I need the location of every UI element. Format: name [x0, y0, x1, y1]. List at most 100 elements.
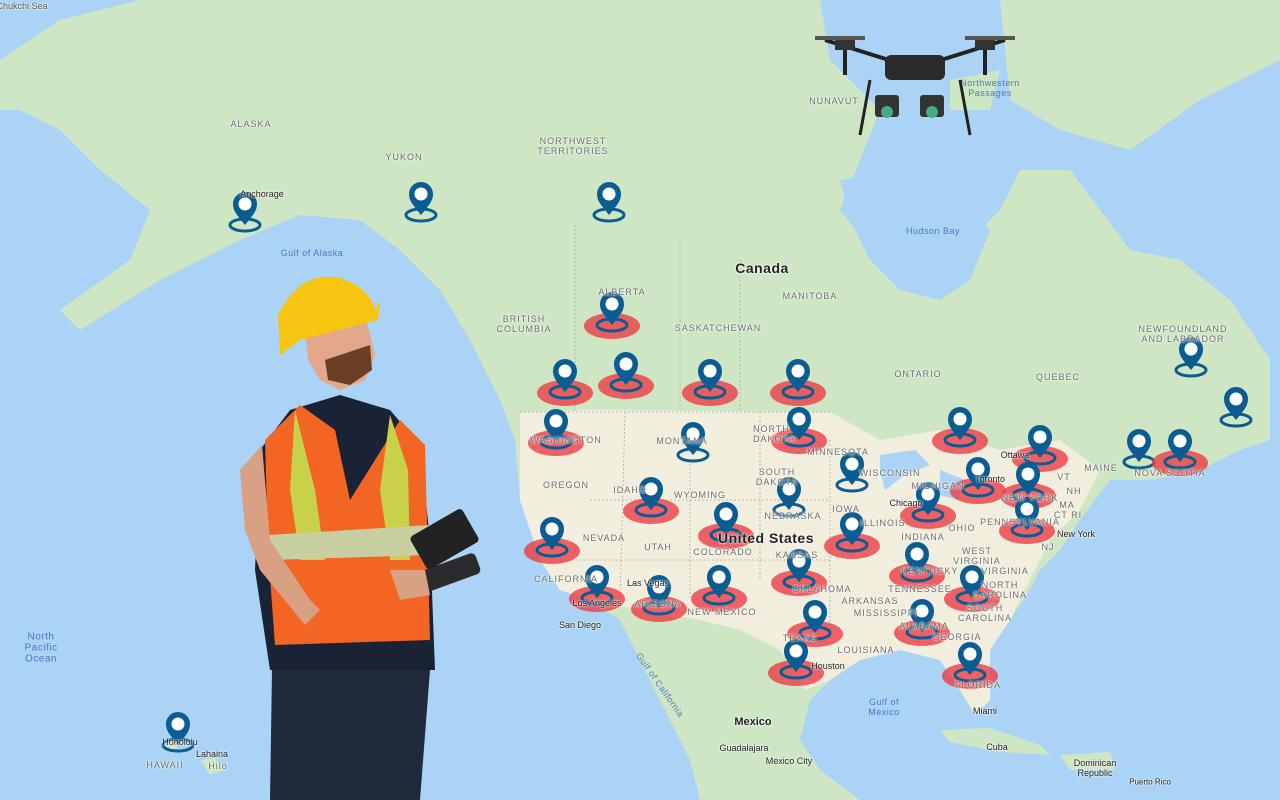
- label-south-carolina: SOUTH CAROLINA: [957, 603, 1012, 623]
- label-puerto-rico: Puerto Rico: [1129, 777, 1171, 787]
- label-washington: WASHINGTON: [530, 435, 602, 445]
- map-pin-icon: [1163, 429, 1197, 470]
- map-pin-icon: [595, 292, 629, 333]
- label-texas: TEXAS: [782, 633, 818, 643]
- label-newfoundland: NEWFOUNDLAND AND LABRADOR: [1138, 324, 1228, 344]
- cluster-marker[interactable]: [766, 638, 826, 686]
- label-new-york: New York: [1056, 529, 1096, 539]
- cluster-marker[interactable]: [596, 351, 656, 399]
- label-anchorage: Anchorage: [240, 189, 284, 199]
- map-pin-icon: [953, 642, 987, 683]
- label-canada: Canada: [735, 260, 789, 276]
- label-kansas: KANSAS: [775, 550, 819, 560]
- label-nova-scotia: NOVA SCOTIA: [1134, 468, 1206, 478]
- label-hawaii: HAWAII: [146, 760, 184, 770]
- cluster-marker[interactable]: [940, 641, 1000, 689]
- label-saskatchewan: SASKATCHEWAN: [674, 323, 762, 333]
- label-miami: Miami: [973, 706, 997, 716]
- label-tennessee: TENNESSEE: [888, 584, 952, 594]
- cluster-marker[interactable]: [680, 358, 740, 406]
- map-pin-icon: [535, 517, 569, 558]
- map-pin-icon: [693, 359, 727, 400]
- map-pin-icon: [404, 182, 438, 223]
- label-louisiana: LOUISIANA: [837, 645, 895, 655]
- label-honolulu: Honolulu: [162, 737, 198, 747]
- label-nebraska: NEBRASKA: [764, 511, 822, 521]
- label-new-york-state: NEW YORK: [1001, 493, 1059, 503]
- label-hudson-bay: Hudson Bay: [905, 226, 961, 236]
- label-north-pacific-ocean: North Pacific Ocean: [24, 631, 58, 665]
- label-nwt: NORTHWEST TERRITORIES: [537, 136, 609, 156]
- label-los-angeles: Los Angeles: [572, 598, 622, 608]
- label-lahaina: Lahaina: [195, 749, 229, 759]
- map-pin-icon: [1219, 387, 1253, 428]
- label-west-virginia: WEST VIRGINIA: [953, 546, 1001, 566]
- location-marker[interactable]: [579, 181, 639, 225]
- location-marker[interactable]: [1206, 386, 1266, 430]
- label-california: CALIFORNIA: [533, 574, 599, 584]
- label-north-carolina: NORTH CAROLINA: [972, 580, 1027, 600]
- label-idaho: IDAHO: [613, 485, 647, 495]
- cluster-marker[interactable]: [1150, 428, 1210, 476]
- cluster-marker[interactable]: [582, 291, 642, 339]
- cluster-marker[interactable]: [887, 541, 947, 589]
- cluster-marker[interactable]: [689, 564, 749, 612]
- label-hilo: Hilo: [208, 761, 228, 771]
- label-united-states: United States: [718, 530, 814, 546]
- label-cuba: Cuba: [986, 742, 1008, 752]
- label-nevada: NEVADA: [582, 533, 626, 543]
- label-mississippi: MISSISSIPPI: [853, 608, 919, 618]
- location-marker[interactable]: [391, 181, 451, 225]
- label-san-diego: San Diego: [558, 620, 602, 630]
- map-pin-icon: [900, 542, 934, 583]
- label-wyoming: WYOMING: [674, 490, 726, 500]
- cluster-marker[interactable]: [930, 406, 990, 454]
- drone-photo: [815, 36, 1015, 136]
- map-pin-icon: [539, 409, 573, 450]
- label-alberta: ALBERTA: [598, 287, 646, 297]
- map-pin-icon: [634, 477, 668, 518]
- map-pin-icon: [943, 407, 977, 448]
- label-north-dakota: NORTH DAKOTA: [753, 424, 796, 444]
- label-arizona: ARIZONA: [634, 599, 682, 609]
- cluster-marker[interactable]: [522, 516, 582, 564]
- label-ma: MA: [1059, 500, 1075, 510]
- cluster-marker[interactable]: [526, 408, 586, 456]
- map-pin-icon: [592, 182, 626, 223]
- label-montana: MONTANA: [656, 436, 708, 446]
- map-pin-icon: [548, 359, 582, 400]
- label-minnesota: MINNESOTA: [807, 447, 869, 457]
- label-mexico-city: Mexico City: [765, 756, 813, 766]
- map-pin-icon: [702, 565, 736, 606]
- label-chicago: Chicago: [889, 498, 923, 508]
- label-gulf-of-mexico: Gulf of Mexico: [868, 697, 900, 717]
- label-wisconsin: WISCONSIN: [859, 468, 921, 478]
- label-guadalajara: Guadalajara: [719, 743, 769, 753]
- label-georgia: GEORGIA: [932, 632, 982, 642]
- label-alaska: ALASKA: [230, 119, 272, 129]
- label-ohio: OHIO: [948, 523, 976, 533]
- label-oklahoma: OKLAHOMA: [792, 584, 852, 594]
- map-pin-icon: [781, 359, 815, 400]
- label-vt: VT: [1057, 472, 1071, 482]
- label-new-mexico: NEW MEXICO: [687, 607, 757, 617]
- label-nh: NH: [1066, 486, 1082, 496]
- label-nj: NJ: [1041, 542, 1055, 552]
- label-virginia: VIRGINIA: [981, 566, 1029, 576]
- label-maine: MAINE: [1084, 463, 1118, 473]
- label-manitoba: MANITOBA: [782, 291, 838, 301]
- label-chukchi-sea: Chukchi Sea: [0, 1, 48, 11]
- map-pin-icon: [609, 352, 643, 393]
- label-michigan: MICHIGAN: [911, 481, 965, 491]
- map-pin-icon: [779, 639, 813, 680]
- label-kentucky: KENTUCKY: [901, 566, 959, 576]
- cluster-marker[interactable]: [768, 358, 828, 406]
- cluster-marker[interactable]: [535, 358, 595, 406]
- label-pennsylvania: PENNSYLVANIA: [980, 517, 1060, 527]
- label-arkansas: ARKANSAS: [841, 596, 899, 606]
- label-yukon: YUKON: [385, 152, 423, 162]
- map-canvas[interactable]: [0, 0, 1280, 800]
- label-quebec: QUEBEC: [1035, 372, 1081, 382]
- cluster-marker[interactable]: [621, 476, 681, 524]
- label-ottawa: Ottawa: [1000, 450, 1030, 460]
